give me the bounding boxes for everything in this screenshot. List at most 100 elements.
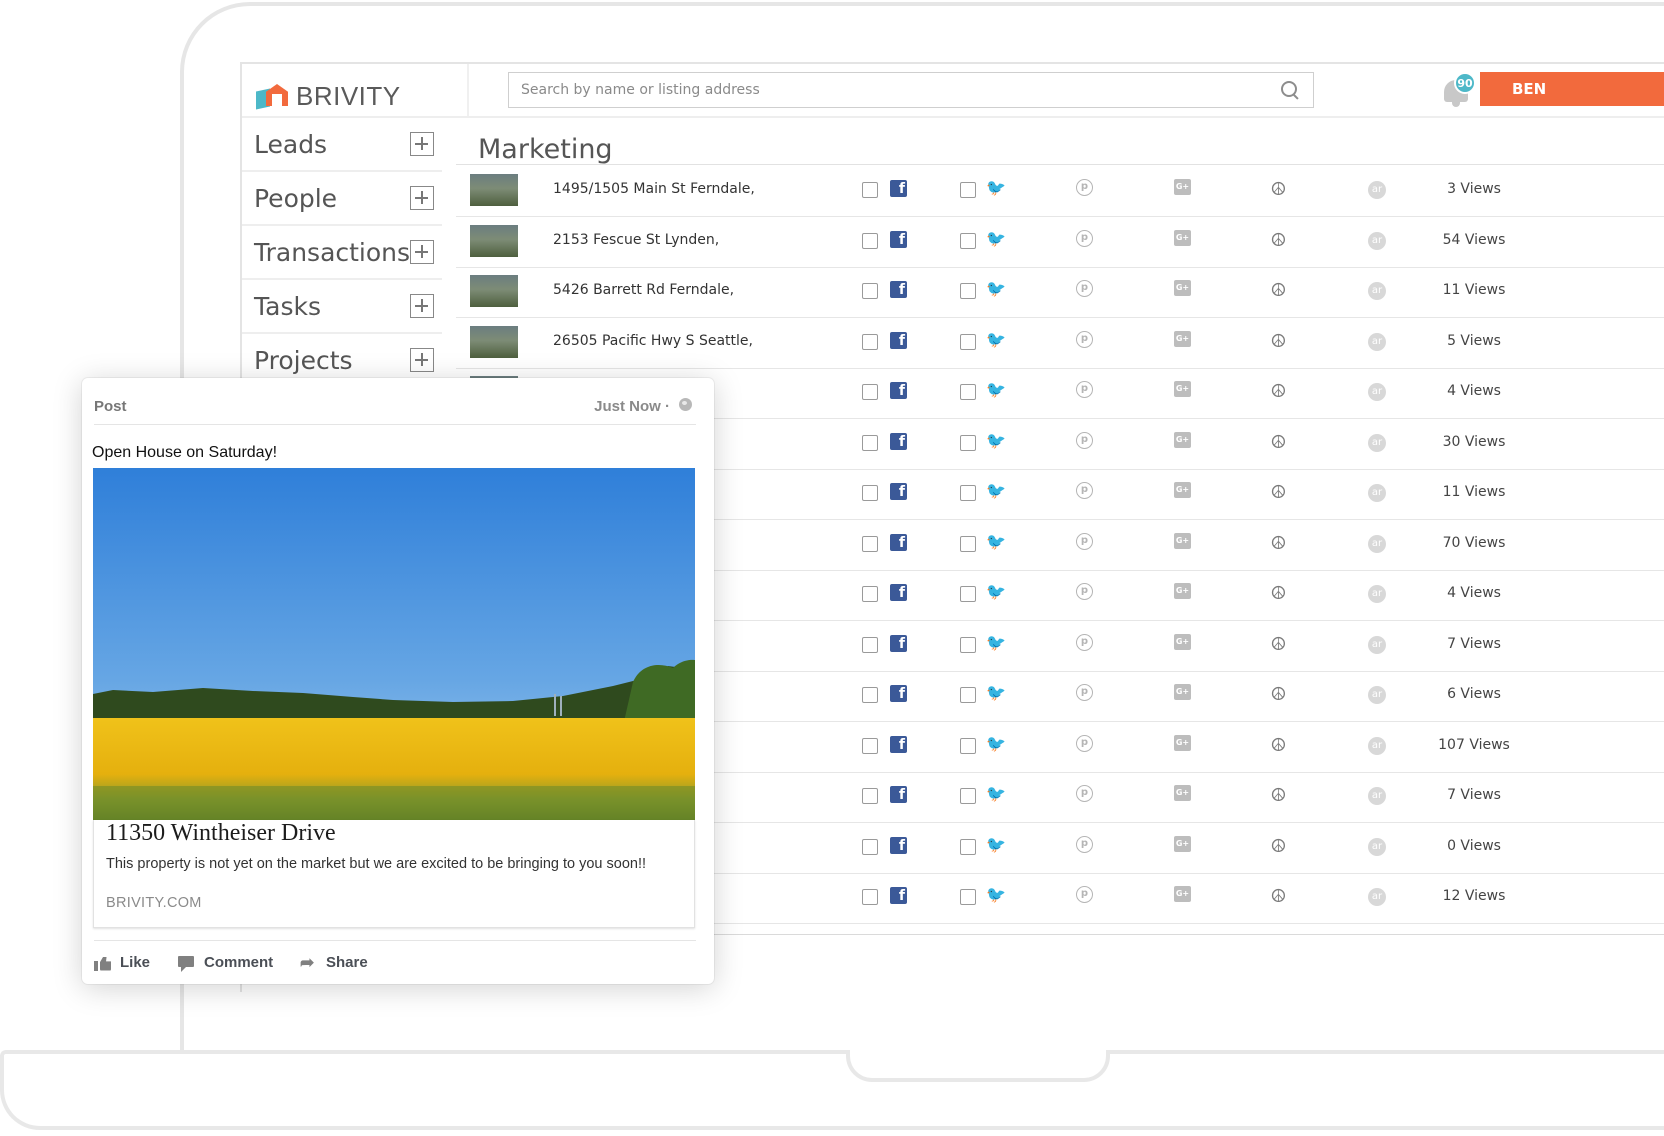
twitter-share-checkbox[interactable]	[960, 182, 976, 198]
like-button[interactable]: Like	[94, 954, 150, 971]
add-transaction-plus-icon[interactable]	[410, 240, 434, 264]
twitter-share-checkbox[interactable]	[960, 485, 976, 501]
facebook-share-checkbox[interactable]	[862, 333, 878, 350]
twitter-share-checkbox[interactable]	[960, 687, 976, 703]
google-plus-icon[interactable]: G+	[1174, 330, 1191, 347]
google-plus-icon[interactable]: G+	[1174, 532, 1191, 549]
facebook-share-checkbox[interactable]	[862, 182, 878, 198]
add-lead-plus-icon[interactable]	[410, 132, 434, 156]
ar-icon[interactable]: ar	[1368, 332, 1386, 351]
search-icon[interactable]	[1279, 79, 1301, 101]
twitter-share-checkbox[interactable]	[960, 788, 976, 804]
twitter-share-checkbox[interactable]	[960, 384, 976, 400]
peace-sign-icon[interactable]: ☮	[1269, 584, 1288, 603]
facebook-share-checkbox[interactable]	[862, 434, 878, 451]
google-plus-icon[interactable]: G+	[1174, 280, 1191, 296]
google-plus-icon[interactable]: G+	[1174, 684, 1191, 700]
peace-sign-icon[interactable]: ☮	[1269, 736, 1288, 755]
pinterest-icon[interactable]: p	[1076, 633, 1093, 651]
peace-sign-icon[interactable]: ☮	[1269, 534, 1288, 553]
google-plus-icon[interactable]: G+	[1174, 482, 1191, 498]
listing-address[interactable]: 2153 Fescue St Lynden,	[553, 232, 719, 248]
ar-icon[interactable]: ar	[1368, 736, 1386, 755]
table-row[interactable]: 26505 Pacific Hwy S Seattle, f 🐦 p G+ ☮ ar 5 Vi…	[456, 318, 1664, 369]
facebook-share-checkbox[interactable]	[862, 687, 878, 703]
twitter-share-checkbox[interactable]	[960, 535, 976, 552]
twitter-share-checkbox[interactable]	[960, 636, 976, 653]
listing-address[interactable]: 5426 Barrett Rd Ferndale,	[553, 282, 734, 298]
peace-sign-icon[interactable]: ☮	[1269, 837, 1288, 856]
facebook-share-checkbox[interactable]	[862, 737, 878, 754]
twitter-share-checkbox[interactable]	[960, 737, 976, 754]
listing-thumbnail[interactable]	[470, 174, 518, 206]
notifications-button[interactable]: 90	[1440, 72, 1476, 110]
ar-icon[interactable]: ar	[1368, 585, 1386, 603]
pinterest-icon[interactable]: p	[1076, 532, 1093, 550]
pinterest-icon[interactable]: p	[1076, 381, 1093, 398]
pinterest-icon[interactable]: p	[1076, 179, 1093, 196]
listing-address[interactable]: 26505 Pacific Hwy S Seattle,	[553, 333, 753, 349]
facebook-share-checkbox[interactable]	[862, 788, 878, 804]
share-button[interactable]: ➦ Share	[300, 954, 368, 972]
facebook-share-checkbox[interactable]	[862, 535, 878, 552]
add-project-plus-icon[interactable]	[410, 348, 434, 372]
sidebar-item-transactions[interactable]: Transactions	[242, 226, 442, 280]
google-plus-icon[interactable]: G+	[1174, 179, 1191, 195]
sidebar-item-leads[interactable]: Leads	[242, 118, 442, 172]
pinterest-icon[interactable]: p	[1076, 835, 1093, 853]
peace-sign-icon[interactable]: ☮	[1269, 231, 1288, 250]
ar-icon[interactable]: ar	[1368, 181, 1386, 199]
peace-sign-icon[interactable]: ☮	[1269, 180, 1288, 199]
pinterest-icon[interactable]: p	[1076, 229, 1093, 247]
listing-thumbnail[interactable]	[470, 325, 518, 358]
twitter-share-checkbox[interactable]	[960, 838, 976, 855]
google-plus-icon[interactable]: G+	[1174, 431, 1191, 448]
pinterest-icon[interactable]: p	[1076, 482, 1093, 499]
facebook-share-checkbox[interactable]	[862, 889, 878, 905]
twitter-share-checkbox[interactable]	[960, 434, 976, 451]
pinterest-icon[interactable]: p	[1076, 886, 1093, 903]
peace-sign-icon[interactable]: ☮	[1269, 382, 1288, 401]
google-plus-icon[interactable]: G+	[1174, 835, 1191, 852]
twitter-share-checkbox[interactable]	[960, 232, 976, 249]
listing-thumbnail[interactable]	[470, 275, 518, 307]
brivity-logo[interactable]: BRIVITY	[256, 76, 401, 116]
ar-icon[interactable]: ar	[1368, 888, 1386, 906]
twitter-share-checkbox[interactable]	[960, 283, 976, 299]
user-menu-button[interactable]: BEN	[1480, 72, 1664, 106]
listing-address[interactable]: 1495/1505 Main St Ferndale,	[553, 181, 755, 197]
peace-sign-icon[interactable]: ☮	[1269, 635, 1288, 654]
facebook-share-checkbox[interactable]	[862, 232, 878, 249]
peace-sign-icon[interactable]: ☮	[1269, 887, 1288, 906]
twitter-share-checkbox[interactable]	[960, 586, 976, 602]
ar-icon[interactable]: ar	[1368, 534, 1386, 553]
sidebar-item-people[interactable]: People	[242, 172, 442, 226]
ar-icon[interactable]: ar	[1368, 635, 1386, 654]
sidebar-item-tasks[interactable]: Tasks	[242, 280, 442, 334]
peace-sign-icon[interactable]: ☮	[1269, 433, 1288, 452]
add-person-plus-icon[interactable]	[410, 186, 434, 210]
facebook-share-checkbox[interactable]	[862, 384, 878, 400]
listing-thumbnail[interactable]	[470, 224, 518, 257]
peace-sign-icon[interactable]: ☮	[1269, 685, 1288, 704]
pinterest-icon[interactable]: p	[1076, 583, 1093, 600]
ar-icon[interactable]: ar	[1368, 231, 1386, 250]
google-plus-icon[interactable]: G+	[1174, 785, 1191, 801]
peace-sign-icon[interactable]: ☮	[1269, 786, 1288, 805]
google-plus-icon[interactable]: G+	[1174, 886, 1191, 902]
twitter-share-checkbox[interactable]	[960, 333, 976, 350]
ar-icon[interactable]: ar	[1368, 484, 1386, 502]
listing-photo[interactable]	[93, 468, 695, 820]
google-plus-icon[interactable]: G+	[1174, 583, 1191, 599]
ar-icon[interactable]: ar	[1368, 282, 1386, 300]
facebook-share-checkbox[interactable]	[862, 838, 878, 855]
peace-sign-icon[interactable]: ☮	[1269, 281, 1288, 300]
search-input[interactable]	[521, 82, 1279, 98]
facebook-share-checkbox[interactable]	[862, 636, 878, 653]
peace-sign-icon[interactable]: ☮	[1269, 332, 1288, 351]
pinterest-icon[interactable]: p	[1076, 431, 1093, 449]
google-plus-icon[interactable]: G+	[1174, 734, 1191, 751]
ar-icon[interactable]: ar	[1368, 787, 1386, 805]
table-row[interactable]: 5426 Barrett Rd Ferndale, f 🐦 p G+ ☮ ar 11 View…	[456, 267, 1664, 318]
twitter-share-checkbox[interactable]	[960, 889, 976, 905]
